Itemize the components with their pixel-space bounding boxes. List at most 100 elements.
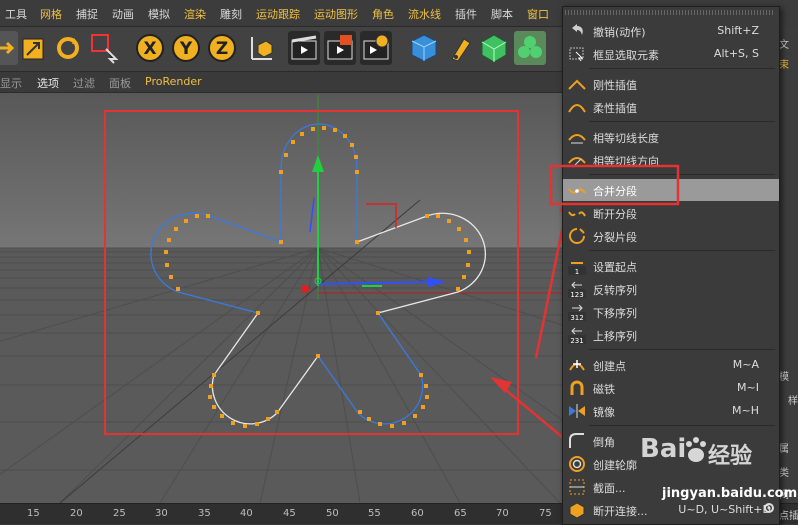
render-region-button[interactable] bbox=[324, 31, 356, 65]
viewport-menu-display[interactable]: 显示 bbox=[0, 75, 22, 91]
menu-motion-tracking[interactable]: 运动跟踪 bbox=[256, 6, 300, 22]
ruler-tick: 15 bbox=[27, 508, 40, 519]
axis-x-label: X bbox=[143, 39, 156, 59]
arrow-icon bbox=[0, 41, 15, 55]
menu-animate[interactable]: 动画 bbox=[112, 6, 134, 22]
rotate-tool-button[interactable] bbox=[52, 31, 84, 65]
ruler-tick: 25 bbox=[113, 508, 126, 519]
cloner-button[interactable] bbox=[514, 31, 546, 65]
render-view-button[interactable] bbox=[288, 31, 320, 65]
menu-item-shortcut: Alt+S, S bbox=[713, 47, 759, 60]
menu-item-equal-tangent-length[interactable]: 相等切线长度 bbox=[563, 126, 779, 148]
clapper-icon bbox=[291, 35, 317, 60]
menu-item-magnet[interactable]: 磁铁 M~I bbox=[563, 377, 779, 399]
menu-simulate[interactable]: 模拟 bbox=[148, 6, 170, 22]
menu-item-shortcut: M~A bbox=[732, 358, 759, 371]
menu-render[interactable]: 渲染 bbox=[184, 6, 206, 22]
menu-separator bbox=[589, 425, 775, 426]
viewport-menu-panel[interactable]: 面板 bbox=[109, 75, 131, 91]
magnet-icon bbox=[570, 380, 584, 395]
menu-pipeline[interactable]: 流水线 bbox=[408, 6, 441, 22]
menu-item-label: 上移序列 bbox=[593, 330, 637, 343]
ruler-tick: 75 bbox=[539, 508, 552, 519]
ruler-tick: 65 bbox=[454, 508, 467, 519]
coordinate-icon bbox=[251, 37, 273, 60]
menu-mograph[interactable]: 运动图形 bbox=[314, 6, 358, 22]
menu-item-label: 刚性插值 bbox=[593, 79, 637, 92]
menu-item-undo[interactable]: 撤销(动作) Shift+Z bbox=[563, 20, 779, 42]
3d-viewport[interactable] bbox=[0, 93, 562, 503]
axis-x-button[interactable]: X bbox=[134, 31, 166, 65]
baidu-watermark: Bai 经验 jingyan.baidu.com bbox=[640, 434, 797, 518]
axis-y-icon: Y bbox=[172, 34, 200, 62]
panel-tab-mode[interactable]: 模 bbox=[779, 368, 789, 383]
pen-tool-button[interactable] bbox=[444, 31, 476, 65]
viewport-menu-filter[interactable]: 过滤 bbox=[73, 75, 95, 91]
watermark-url: jingyan.baidu.com bbox=[662, 486, 798, 501]
menu-item-label: 设置起点 bbox=[593, 261, 637, 274]
svg-text:123: 123 bbox=[570, 291, 583, 298]
menu-item-frame-selected[interactable]: 框显选取元素 Alt+S, S bbox=[563, 43, 779, 65]
ruler-tick: 35 bbox=[198, 508, 211, 519]
create-point-icon bbox=[569, 360, 585, 371]
attribute-panel-edge: 文 束 模 样 属 类 闭 点插 bbox=[778, 26, 798, 522]
menu-separator bbox=[589, 349, 775, 350]
axis-y-button[interactable]: Y bbox=[170, 31, 202, 65]
move-down-sequence-icon: 312 bbox=[568, 304, 586, 321]
panel-tab-style[interactable]: 样 bbox=[788, 392, 798, 407]
menu-item-mirror[interactable]: 镜像 M~H bbox=[563, 400, 779, 422]
menu-item-label: 断开分段 bbox=[593, 208, 637, 221]
frame-icon bbox=[569, 47, 584, 62]
menu-snap[interactable]: 捕捉 bbox=[76, 6, 98, 22]
menu-window[interactable]: 窗口 bbox=[527, 6, 549, 22]
axis-z-button[interactable]: Z bbox=[206, 31, 238, 65]
chamfer-icon bbox=[569, 433, 584, 448]
menu-character[interactable]: 角色 bbox=[372, 6, 394, 22]
menu-item-move-up-sequence[interactable]: 231 上移序列 bbox=[563, 324, 779, 346]
menu-separator bbox=[589, 68, 775, 69]
scale-tool-button[interactable] bbox=[18, 31, 50, 65]
menu-item-rigid-interpolation[interactable]: 刚性插值 bbox=[563, 73, 779, 95]
ruler-tick: 40 bbox=[240, 508, 253, 519]
menu-item-reverse-sequence[interactable]: 123 反转序列 bbox=[563, 278, 779, 300]
pen-icon bbox=[451, 38, 471, 62]
menu-sculpt[interactable]: 雕刻 bbox=[220, 6, 242, 22]
menu-item-label: 倒角 bbox=[593, 436, 615, 449]
menu-item-soft-interpolation[interactable]: 柔性插值 bbox=[563, 96, 779, 118]
subdivision-button[interactable] bbox=[478, 31, 510, 65]
axis-y-label: Y bbox=[179, 39, 193, 59]
mirror-icon bbox=[569, 404, 585, 418]
ruler-tick: 20 bbox=[70, 508, 83, 519]
viewport-canvas[interactable] bbox=[0, 93, 562, 503]
menu-item-shortcut: M~H bbox=[732, 404, 759, 417]
cube-primitive-button[interactable] bbox=[408, 31, 440, 65]
viewport-menu-options[interactable]: 选项 bbox=[37, 75, 59, 91]
ruler-tick: 70 bbox=[496, 508, 509, 519]
move-up-sequence-icon: 231 bbox=[568, 327, 586, 344]
menu-item-set-first-point[interactable]: 1 设置起点 bbox=[563, 255, 779, 277]
menu-item-move-down-sequence[interactable]: 312 下移序列 bbox=[563, 301, 779, 323]
menu-tools[interactable]: 工具 bbox=[5, 6, 27, 22]
rigid-interpolation-icon bbox=[568, 79, 586, 90]
clapper-region-icon bbox=[327, 35, 353, 60]
coordinate-system-button[interactable] bbox=[244, 31, 276, 65]
move-tool-button[interactable] bbox=[0, 31, 18, 65]
soft-interpolation-icon bbox=[568, 104, 586, 113]
viewport-menu-prorender[interactable]: ProRender bbox=[145, 75, 202, 88]
menu-item-explode-segments[interactable]: 分裂片段 bbox=[563, 225, 779, 247]
menu-item-create-point[interactable]: 创建点 M~A bbox=[563, 354, 779, 376]
menu-grip[interactable] bbox=[565, 10, 775, 15]
menu-script[interactable]: 脚本 bbox=[491, 6, 513, 22]
menu-plugins[interactable]: 插件 bbox=[455, 6, 477, 22]
gizmo-x-handle[interactable] bbox=[301, 285, 309, 293]
disconnect-icon bbox=[569, 502, 585, 519]
ruler-tick: 45 bbox=[283, 508, 296, 519]
panel-tab-file[interactable]: 文 bbox=[779, 36, 789, 51]
menu-mesh[interactable]: 网格 bbox=[40, 6, 62, 22]
axis-x-icon: X bbox=[136, 34, 164, 62]
render-settings-button[interactable] bbox=[360, 31, 392, 65]
live-selection-button[interactable] bbox=[88, 31, 120, 65]
menu-separator bbox=[589, 121, 775, 122]
cube-icon bbox=[411, 34, 437, 62]
menu-item-label: 截面... bbox=[593, 482, 626, 495]
